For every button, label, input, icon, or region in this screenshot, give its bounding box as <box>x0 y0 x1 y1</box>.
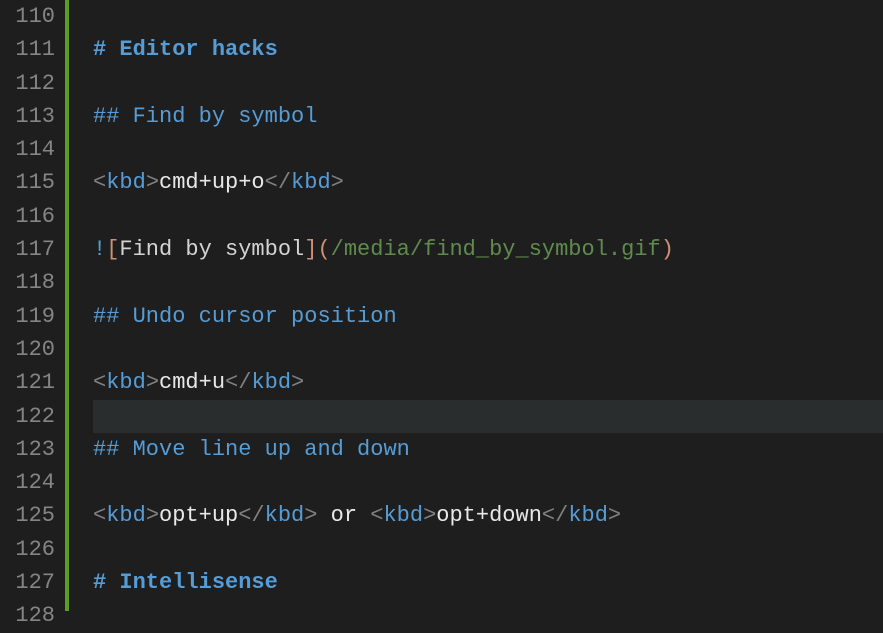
line-number: 121 <box>0 366 65 399</box>
line-number: 116 <box>0 200 65 233</box>
line-number: 119 <box>0 300 65 333</box>
line-number: 126 <box>0 533 65 566</box>
line-number: 117 <box>0 233 65 266</box>
code-line[interactable] <box>93 200 883 233</box>
code-editor[interactable]: 1101111121131141151161171181191201211221… <box>0 0 883 611</box>
token-tag: > <box>331 170 344 195</box>
token-txt: opt+down <box>436 503 542 528</box>
token-brk: [ <box>106 237 119 262</box>
token-tag: < <box>93 170 106 195</box>
token-ename: kbd <box>251 370 291 395</box>
token-url: /media/find_by_symbol.gif <box>331 237 661 262</box>
token-ename: kbd <box>265 503 305 528</box>
code-line[interactable]: # Intellisense <box>93 566 883 599</box>
code-line[interactable]: # Editor hacks <box>93 33 883 66</box>
line-number: 125 <box>0 499 65 532</box>
token-tag: > <box>146 503 159 528</box>
token-tag: > <box>146 170 159 195</box>
code-line[interactable] <box>93 133 883 166</box>
code-line[interactable]: ## Undo cursor position <box>93 300 883 333</box>
code-line[interactable] <box>93 599 883 632</box>
token-tag: < <box>93 503 106 528</box>
line-number-gutter: 1101111121131141151161171181191201211221… <box>0 0 65 611</box>
token-ename: kbd <box>106 170 146 195</box>
line-number: 127 <box>0 566 65 599</box>
code-line[interactable]: <kbd>opt+up</kbd> or <kbd>opt+down</kbd> <box>93 499 883 532</box>
token-tag: </ <box>225 370 251 395</box>
token-txt: or <box>317 503 370 528</box>
code-line[interactable]: ![Find by symbol](/media/find_by_symbol.… <box>93 233 883 266</box>
line-number: 113 <box>0 100 65 133</box>
token-tag: < <box>370 503 383 528</box>
code-line[interactable] <box>93 533 883 566</box>
token-ename: kbd <box>568 503 608 528</box>
token-alt: Find by symbol <box>119 237 304 262</box>
token-hn: ## <box>93 104 133 129</box>
code-line[interactable] <box>93 266 883 299</box>
code-line[interactable] <box>93 333 883 366</box>
line-number: 114 <box>0 133 65 166</box>
code-line[interactable]: ## Find by symbol <box>93 100 883 133</box>
token-h: Editor hacks <box>119 37 277 62</box>
code-area[interactable]: # Editor hacks ## Find by symbol <kbd>cm… <box>69 0 883 611</box>
token-ename: kbd <box>106 503 146 528</box>
code-line[interactable] <box>93 0 883 33</box>
code-line[interactable] <box>93 466 883 499</box>
token-tag: </ <box>265 170 291 195</box>
line-number: 112 <box>0 67 65 100</box>
token-hn: Move line up and down <box>133 437 410 462</box>
token-txt: opt+up <box>159 503 238 528</box>
token-ename: kbd <box>106 370 146 395</box>
token-h: Intellisense <box>119 570 277 595</box>
token-hn: ## <box>93 437 133 462</box>
token-paren: ( <box>317 237 330 262</box>
token-txt: cmd+up+o <box>159 170 265 195</box>
token-brk: ] <box>304 237 317 262</box>
token-tag: < <box>93 370 106 395</box>
line-number: 123 <box>0 433 65 466</box>
token-hn: Undo cursor position <box>133 304 397 329</box>
code-line[interactable]: ## Move line up and down <box>93 433 883 466</box>
line-number: 124 <box>0 466 65 499</box>
token-hn: Find by symbol <box>133 104 318 129</box>
token-bang: ! <box>93 237 106 262</box>
token-tag: > <box>291 370 304 395</box>
line-number: 118 <box>0 266 65 299</box>
code-line[interactable] <box>93 67 883 100</box>
token-tag: > <box>423 503 436 528</box>
line-number: 120 <box>0 333 65 366</box>
code-line[interactable]: <kbd>cmd+u</kbd> <box>93 366 883 399</box>
token-tag: > <box>304 503 317 528</box>
code-line[interactable] <box>93 400 883 433</box>
token-txt: cmd+u <box>159 370 225 395</box>
token-hn: ## <box>93 304 133 329</box>
line-number: 122 <box>0 400 65 433</box>
token-tag: > <box>146 370 159 395</box>
token-tag: > <box>608 503 621 528</box>
line-number: 110 <box>0 0 65 33</box>
code-line[interactable]: <kbd>cmd+up+o</kbd> <box>93 166 883 199</box>
token-h: # <box>93 570 119 595</box>
line-number: 115 <box>0 166 65 199</box>
line-number: 128 <box>0 599 65 632</box>
token-tag: </ <box>542 503 568 528</box>
line-number: 111 <box>0 33 65 66</box>
token-paren: ) <box>661 237 674 262</box>
token-ename: kbd <box>291 170 331 195</box>
token-ename: kbd <box>383 503 423 528</box>
token-tag: </ <box>238 503 264 528</box>
token-h: # <box>93 37 119 62</box>
